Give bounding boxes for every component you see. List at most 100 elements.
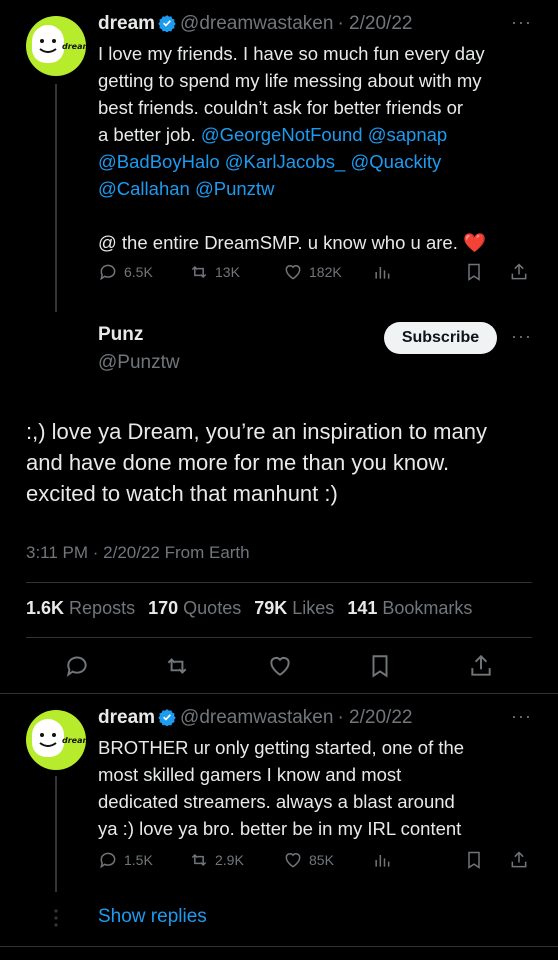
avatar-logo-text: dream — [62, 736, 86, 745]
main-author-handle-row: @Punztw — [98, 352, 180, 374]
bookmark-button[interactable] — [464, 850, 484, 870]
tweet-line: ya :) love ya bro. better be in my IRL c… — [98, 818, 462, 839]
tweet-line: a better job. @GeorgeNotFound @sapnap — [98, 124, 448, 145]
tweet-line: excited to watch that manhunt :) — [26, 481, 338, 506]
repost-count: 2.9K — [215, 852, 244, 868]
avatar-smiley-face — [32, 25, 64, 63]
repost-icon — [191, 265, 207, 279]
tweet-header: dream @dreamwastaken · 2/20/22 — [98, 707, 412, 729]
tweet-line: most skilled gamers I know and most — [98, 764, 402, 785]
tweet-line: best friends. couldn’t ask for better fr… — [98, 97, 464, 118]
subscribe-button[interactable]: Subscribe — [384, 322, 497, 354]
more-options-icon[interactable]: ··· — [511, 12, 532, 33]
heart-icon — [285, 265, 301, 280]
author-handle[interactable]: @dreamwastaken — [180, 707, 333, 728]
bookmark-icon — [468, 851, 480, 869]
reposts-stat[interactable]: 1.6K Reposts — [26, 598, 135, 618]
reply-button[interactable]: 6.5K — [98, 262, 153, 282]
tweet-timestamp[interactable]: 3:11 PM · 2/20/22 From Earth — [26, 543, 250, 563]
bookmark-icon — [468, 263, 480, 281]
divider — [26, 637, 532, 638]
like-button[interactable]: 182K — [283, 262, 342, 282]
views-button[interactable] — [372, 850, 392, 870]
repost-icon — [191, 853, 207, 867]
likes-stat[interactable]: 79K Likes — [254, 598, 334, 618]
thread-dots-icon — [54, 908, 58, 933]
engagement-stats: 1.6K Reposts 170 Quotes 79K Likes 141 Bo… — [26, 598, 472, 619]
tweet-actions: 6.5K 13K 182K — [98, 262, 530, 286]
tweet-line: :,) love ya Dream, you’re an inspiration… — [26, 419, 487, 444]
views-button[interactable] — [372, 262, 392, 282]
more-options-icon[interactable]: ··· — [511, 706, 532, 727]
views-chart-icon — [375, 267, 390, 279]
tweet-line: getting to spend my life messing about w… — [98, 70, 482, 91]
heart-icon — [285, 853, 301, 868]
tweet-line: and have done more for me than you know. — [26, 450, 450, 475]
avatar[interactable]: dream — [26, 710, 86, 770]
repost-icon — [167, 658, 187, 674]
like-button[interactable]: 85K — [283, 850, 334, 870]
reply-icon — [100, 852, 116, 869]
repost-count: 13K — [215, 264, 240, 280]
thread-line — [55, 84, 57, 312]
bookmarks-stat[interactable]: 141 Bookmarks — [347, 598, 472, 618]
heart-icon — [270, 656, 290, 676]
tweet-line: @ the entire DreamSMP. u know who u are.… — [98, 232, 487, 253]
reply-count: 6.5K — [124, 264, 153, 280]
mention-link[interactable]: @Punztw — [195, 178, 274, 199]
author-name[interactable]: dream — [98, 707, 155, 728]
heart-emoji: ❤️ — [462, 232, 487, 253]
bookmark-icon — [372, 655, 388, 678]
tweet-date[interactable]: · 2/20/22 — [337, 13, 412, 34]
author-handle[interactable]: @dreamwastaken — [180, 13, 333, 34]
divider — [0, 693, 558, 694]
divider — [0, 946, 558, 947]
show-replies-link[interactable]: Show replies — [98, 906, 207, 928]
mention-link[interactable]: @Quackity — [351, 151, 442, 172]
more-options-icon[interactable]: ··· — [511, 326, 532, 347]
mention-link[interactable]: @BadBoyHalo — [98, 151, 220, 172]
mention-link[interactable]: @KarlJacobs_ — [225, 151, 346, 172]
main-author: Punz — [98, 324, 143, 346]
tweet-line: I love my friends. I have so much fun ev… — [98, 43, 485, 64]
tweet-actions: 1.5K 2.9K 85K — [98, 850, 530, 874]
tweet-line: dedicated streamers. always a blast arou… — [98, 791, 455, 812]
reply-icon — [66, 656, 87, 677]
repost-button[interactable] — [164, 653, 190, 679]
share-button[interactable] — [468, 653, 494, 679]
reply-button[interactable]: 1.5K — [98, 850, 153, 870]
tweet-line: @BadBoyHalo @KarlJacobs_ @Quackity — [98, 148, 538, 175]
bookmark-button[interactable] — [464, 262, 484, 282]
main-tweet-text: :,) love ya Dream, you’re an inspiration… — [26, 416, 536, 509]
avatar[interactable]: dream — [26, 16, 86, 76]
share-icon — [511, 263, 527, 280]
tweet-line: BROTHER ur only getting started, one of … — [98, 737, 465, 758]
avatar-logo-text: dream — [62, 42, 86, 51]
divider — [26, 582, 532, 583]
share-icon — [471, 654, 491, 676]
verified-badge-icon — [158, 15, 176, 32]
share-icon — [511, 851, 527, 868]
author-name[interactable]: Punz — [98, 324, 143, 345]
tweet-text: I love my friends. I have so much fun ev… — [98, 40, 538, 256]
share-button[interactable] — [509, 850, 529, 870]
mention-link[interactable]: @Callahan — [98, 178, 190, 199]
author-handle[interactable]: @Punztw — [98, 352, 180, 373]
like-count: 182K — [309, 264, 342, 280]
mention-link[interactable]: @GeorgeNotFound — [201, 124, 363, 145]
quotes-stat[interactable]: 170 Quotes — [148, 598, 241, 618]
like-button[interactable] — [267, 653, 293, 679]
repost-button[interactable]: 2.9K — [189, 850, 244, 870]
thread-line — [55, 776, 57, 892]
tweet-line: @Callahan @Punztw — [98, 175, 538, 202]
reply-count: 1.5K — [124, 852, 153, 868]
bookmark-button[interactable] — [367, 653, 393, 679]
tweet-text: BROTHER ur only getting started, one of … — [98, 734, 538, 842]
reply-button[interactable] — [64, 653, 90, 679]
author-name[interactable]: dream — [98, 13, 155, 34]
main-tweet-actions — [64, 653, 504, 679]
mention-link[interactable]: @sapnap — [368, 124, 447, 145]
tweet-date[interactable]: · 2/20/22 — [337, 707, 412, 728]
share-button[interactable] — [509, 262, 529, 282]
repost-button[interactable]: 13K — [189, 262, 240, 282]
